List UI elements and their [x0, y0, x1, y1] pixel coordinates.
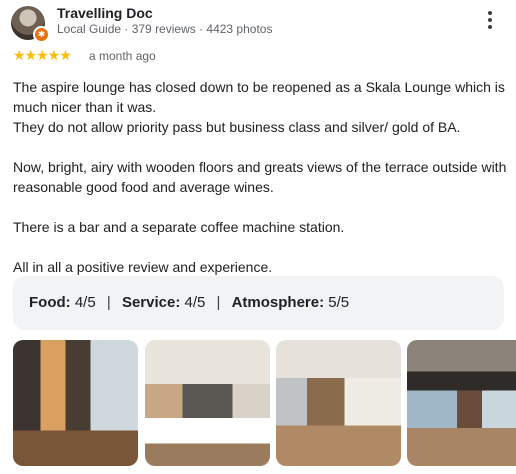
food-value: 4/5	[74, 294, 96, 311]
separator: |	[106, 294, 111, 311]
local-guide-badge-icon: ✱	[33, 26, 50, 43]
separator: |	[216, 294, 221, 311]
review-photos	[13, 340, 516, 466]
review-paragraph-1: The aspire lounge has closed down to be …	[13, 79, 505, 135]
more-options-icon[interactable]	[484, 11, 496, 31]
review-time: a month ago	[89, 49, 156, 63]
review-photo-2[interactable]	[145, 340, 270, 466]
review-paragraph-4: All in all a positive review and experie…	[13, 259, 273, 275]
food-label: Food:	[29, 294, 71, 311]
review-paragraph-2: Now, bright, airy with wooden floors and…	[13, 159, 507, 195]
atmosphere-label: Atmosphere:	[231, 294, 325, 311]
review-photo-1[interactable]	[13, 340, 138, 466]
review-photo-3[interactable]	[276, 340, 401, 466]
review-photo-4[interactable]	[407, 340, 516, 466]
atmosphere-value: 5/5	[328, 294, 350, 311]
service-label: Service:	[121, 294, 181, 311]
review-paragraph-3: There is a bar and a separate coffee mac…	[13, 219, 345, 235]
reviewer-meta: Local Guide · 379 reviews · 4423 photos	[57, 22, 273, 36]
star-rating: ★★★★★	[13, 47, 72, 63]
subratings-panel: Food: 4/5 | Service: 4/5 | Atmosphere: 5…	[13, 276, 504, 330]
review-text: The aspire lounge has closed down to be …	[13, 77, 508, 297]
service-value: 4/5	[184, 294, 206, 311]
reviewer-name[interactable]: Travelling Doc	[57, 5, 153, 21]
